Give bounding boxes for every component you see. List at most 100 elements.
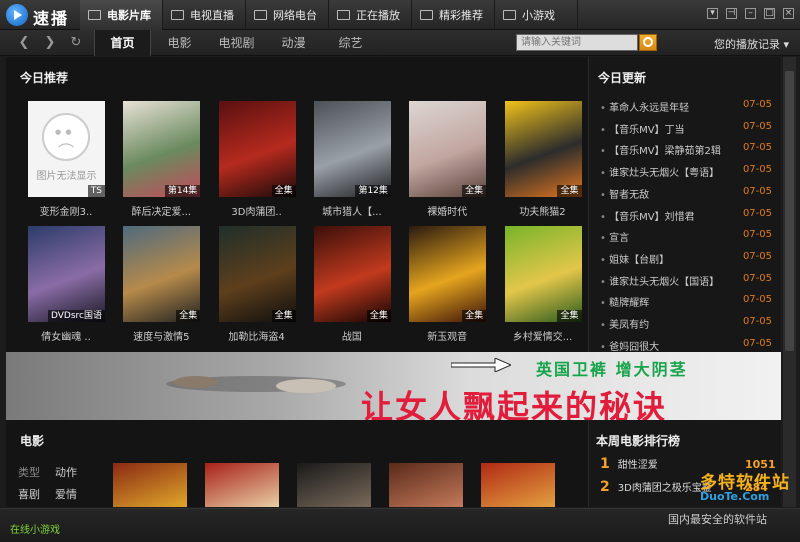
play-history-button[interactable]: 您的播放记录 ▾ xyxy=(714,36,789,52)
update-item[interactable]: • 糙牌耀辉 07-05 xyxy=(600,294,780,309)
genre-link[interactable]: 动作 xyxy=(55,464,77,480)
movie-poster[interactable] xyxy=(113,463,187,507)
maximize-icon[interactable]: □ xyxy=(764,8,775,19)
refresh-icon[interactable]: ↻ xyxy=(68,35,84,51)
nav-tab[interactable]: 正在播放 xyxy=(329,0,412,30)
movie-poster[interactable]: DVDsrc国语 xyxy=(28,226,105,322)
update-title: 糙牌耀辉 xyxy=(609,298,650,310)
movie-poster[interactable]: 全集 xyxy=(504,101,582,197)
update-item[interactable]: • 姐妹【台剧】 07-05 xyxy=(600,251,780,266)
category-tab[interactable]: 电影 xyxy=(151,30,208,56)
movie-poster[interactable]: 全集 xyxy=(409,101,487,197)
update-item[interactable]: • 美凤有约 07-05 xyxy=(600,316,780,331)
update-item[interactable]: • 革命人永远是年轻 07-05 xyxy=(600,99,780,114)
movie-poster[interactable] xyxy=(297,463,371,507)
nav-tab-label: 正在播放 xyxy=(356,9,400,22)
minimize-icon[interactable]: – xyxy=(745,8,756,19)
weekly-rank-title: 本周电影排行榜 xyxy=(596,434,681,448)
poster-badge: 全集 xyxy=(176,310,201,322)
update-title: 【音乐MV】丁当 xyxy=(609,124,685,136)
nav-tab[interactable]: 小游戏 xyxy=(495,0,578,30)
poster-title[interactable]: 倩女幽魂 .. xyxy=(24,328,108,343)
recommend-title: 今日推荐 xyxy=(20,71,69,85)
movie-poster[interactable]: 第14集 xyxy=(123,101,201,197)
category-tab[interactable]: 电视剧 xyxy=(208,30,265,56)
back-icon[interactable]: ❮ xyxy=(16,35,32,51)
nav-tab[interactable]: 精彩推荐 xyxy=(412,0,495,30)
category-tab[interactable]: 首页 xyxy=(94,30,151,56)
movie-poster[interactable]: 全集 xyxy=(313,226,391,322)
scrollbar-thumb[interactable] xyxy=(785,71,794,351)
movie-poster[interactable]: 全集 xyxy=(504,226,582,322)
movie-poster[interactable] xyxy=(205,463,279,507)
menu-icon[interactable]: ▾ xyxy=(707,8,718,19)
nav-tab[interactable]: 电影片库 xyxy=(80,0,163,30)
nav-tab-label: 网络电台 xyxy=(273,9,317,22)
nav-tab-icon xyxy=(503,10,516,20)
update-item[interactable]: • 谁家灶头无烟火【国语】 07-05 xyxy=(600,273,780,288)
movie-poster[interactable] xyxy=(481,463,555,507)
update-title: 革命人永远是年轻 xyxy=(609,103,690,114)
bullet: • xyxy=(600,146,610,158)
update-item[interactable]: • 爸妈囧很大 07-05 xyxy=(600,338,780,353)
poster-title[interactable]: 裸婚时代 xyxy=(405,203,489,218)
bullet: • xyxy=(600,168,610,180)
update-date: 07-05 xyxy=(742,294,772,306)
update-date: 07-05 xyxy=(742,337,772,349)
update-item[interactable]: • 宣言 07-05 xyxy=(600,229,780,244)
category-tab[interactable]: 综艺 xyxy=(322,30,379,56)
update-item[interactable]: • 【音乐MV】丁当 07-05 xyxy=(600,121,780,136)
search-input[interactable] xyxy=(516,34,638,51)
rank-item[interactable]: 1 甜性涩爱 xyxy=(600,456,658,472)
poster-badge: DVDsrc国语 xyxy=(48,310,105,322)
poster-title[interactable]: 速度与激情5 xyxy=(119,328,203,343)
movie-poster[interactable]: 图片无法显示 TS xyxy=(28,101,105,197)
mini-mode-icon[interactable]: ⊣ xyxy=(726,8,737,19)
poster-badge: 第14集 xyxy=(164,185,201,197)
movie-poster[interactable]: 全集 xyxy=(123,226,201,322)
poster-title[interactable]: 加勒比海盗4 xyxy=(215,328,299,343)
forward-icon[interactable]: ❯ xyxy=(42,35,58,51)
nav-tab[interactable]: 网络电台 xyxy=(246,0,329,30)
category-tab[interactable]: 动漫 xyxy=(265,30,322,56)
movie-poster[interactable]: 第12集 xyxy=(313,101,391,197)
genre-link[interactable]: 爱情 xyxy=(55,486,77,502)
rank-number: 2 xyxy=(600,479,610,495)
movie-poster[interactable] xyxy=(389,463,463,507)
rank-item[interactable]: 2 3D肉蒲团之极乐宝鉴 xyxy=(600,479,712,495)
nav-tab-label: 电影片库 xyxy=(107,9,151,22)
update-item[interactable]: • 谁家灶头无烟火【粤语】 07-05 xyxy=(600,164,780,179)
poster-title[interactable]: 城市猎人【... xyxy=(310,203,394,218)
update-item[interactable]: • 【音乐MV】梁静茹第2辑 07-05 xyxy=(600,142,780,157)
poster-badge: 全集 xyxy=(462,310,487,322)
movie-poster[interactable]: 全集 xyxy=(409,226,487,322)
close-icon[interactable]: × xyxy=(783,8,794,19)
poster-title[interactable]: 3D肉蒲团.. xyxy=(215,203,299,218)
poster-badge: 全集 xyxy=(366,310,391,322)
update-date: 07-05 xyxy=(742,207,772,219)
poster-title[interactable]: 乡村爱情交... xyxy=(501,328,585,343)
poster-title[interactable]: 新玉观音 xyxy=(405,328,489,343)
poster-badge: 全集 xyxy=(271,310,296,322)
poster-title[interactable]: 醉后决定爱... xyxy=(119,203,203,218)
poster-badge: 全集 xyxy=(557,185,582,197)
search-button[interactable] xyxy=(639,34,657,51)
update-title: 美凤有约 xyxy=(609,320,650,331)
ad-banner[interactable]: 英国卫裤 增大阴茎 让女人飘起来的秘诀 xyxy=(6,352,781,420)
update-item[interactable]: • 智者无敌 07-05 xyxy=(600,186,780,201)
online-games-link[interactable]: 在线小游戏 xyxy=(10,521,60,536)
genre-link[interactable]: 喜剧 xyxy=(18,486,40,502)
watermark-slogan: 国内最安全的软件站 xyxy=(668,513,767,526)
movie-poster[interactable]: 全集 xyxy=(218,101,296,197)
update-item[interactable]: • 【音乐MV】刘惜君 07-05 xyxy=(600,208,780,223)
genre-link: 类型 xyxy=(18,466,40,479)
poster-title[interactable]: 战国 xyxy=(310,328,394,343)
bullet: • xyxy=(600,233,610,245)
movie-poster[interactable]: 全集 xyxy=(218,226,296,322)
update-date: 07-05 xyxy=(742,99,772,110)
nav-tab[interactable]: 电视直播 xyxy=(163,0,246,30)
poster-title[interactable]: 功夫熊猫2 xyxy=(501,203,585,218)
poster-title[interactable]: 变形金刚3.. xyxy=(24,203,108,218)
scrollbar[interactable] xyxy=(783,57,796,507)
poster-badge: 第12集 xyxy=(355,185,391,197)
